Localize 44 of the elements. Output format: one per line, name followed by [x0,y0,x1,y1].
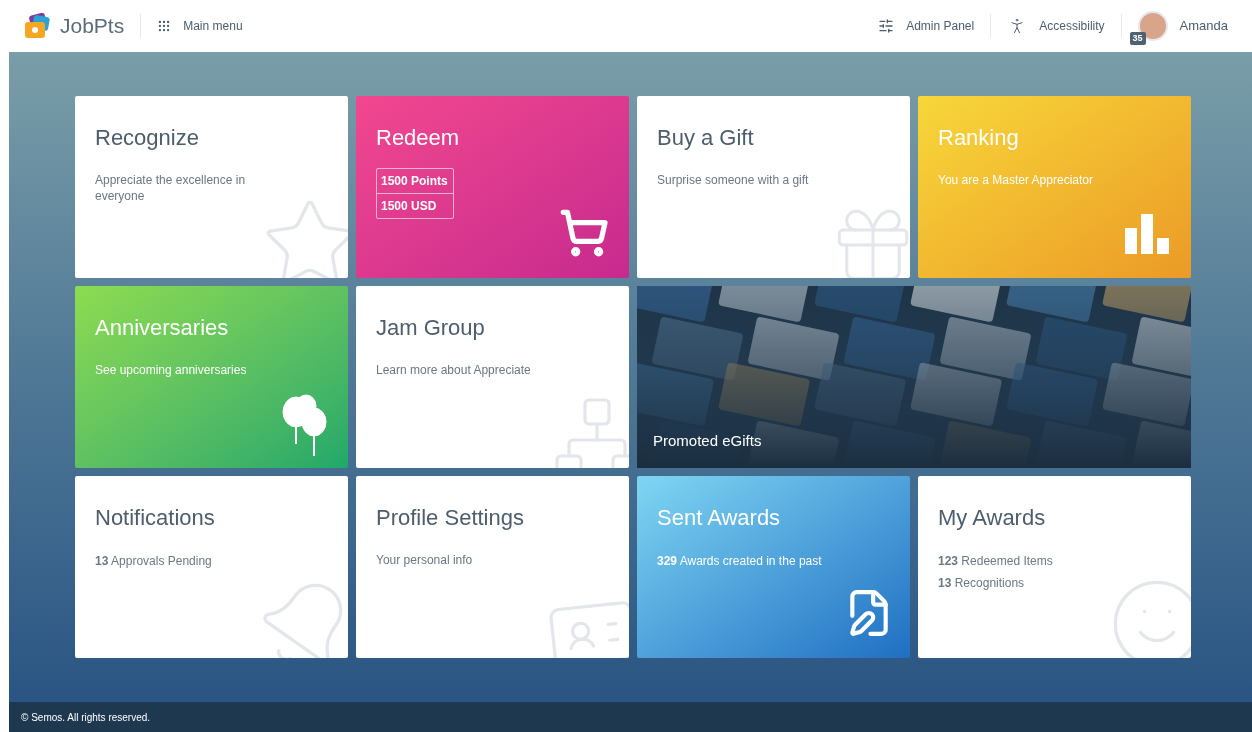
logo-icon [24,13,52,39]
tile-description: You are a Master Appreciator [938,172,1094,188]
dashboard-tile[interactable]: Profile Settings Your personal info [356,476,629,658]
admin-panel-button[interactable]: Admin Panel [878,17,975,35]
tile-title: Jam Group [376,314,486,342]
tile-description: Learn more about Appreciate [376,362,532,378]
tile-stat: 123 Redeemed Items [938,553,1054,570]
dashboard-tile[interactable]: Buy a Gift Surprise someone with a gift [637,96,910,278]
grid-menu-icon [157,19,172,33]
tile-title: Sent Awards [657,504,782,532]
balance-value: 1500 USD [377,193,453,218]
tile-title: My Awards [938,504,1047,532]
tile-stat: 329 Awards created in the past [657,553,823,570]
tile-description: See upcoming anniversaries [95,362,248,378]
tile-title: Ranking [938,124,1020,152]
bar-chart-icon [1125,214,1171,254]
tile-title: Profile Settings [376,504,525,532]
user-name[interactable]: Amanda [1179,16,1228,36]
notification-badge: 35 [1129,31,1146,45]
tile-title: Redeem [376,124,461,152]
sliders-icon [878,18,895,34]
accessibility-button[interactable]: Accessibility [1007,16,1105,36]
main-menu-button[interactable]: Main menu [157,17,243,35]
copyright-text: © Semos. All rights reserved. [21,710,151,725]
tile-description: Surprise someone with a gift [657,172,810,188]
balloons-icon [280,394,328,456]
tile-description: Your personal info [376,552,474,568]
dashboard-tile[interactable]: Notifications 13 Approvals Pending [75,476,348,658]
balance-value: 1500 Points [380,173,449,190]
cart-icon [559,208,609,258]
dashboard-tile[interactable]: Jam Group Learn more about Appreciate [356,286,629,468]
tile-description: Appreciate the excellence in everyone [95,172,247,204]
dashboard-tile[interactable]: My Awards 123 Redeemed Items 13 Recognitions [918,476,1191,658]
tile-stat: 13 Approvals Pending [95,553,213,570]
tile-title: Anniversaries [95,314,230,342]
promoted-egifts-card[interactable]: Promoted eGifts [637,286,1191,468]
dashboard-tile[interactable]: Recognize Appreciate the excellence in everyone [75,96,348,278]
tile-stat: 13 Recognitions [938,575,1026,592]
tile-title: Recognize [95,124,200,152]
tile-title: Notifications [95,504,216,532]
dashboard-tile[interactable]: Redeem 1500 Points 1500 USD [356,96,629,278]
app-logo-text: JobPts [60,13,125,40]
tile-title: Buy a Gift [657,124,755,152]
tile-title: Promoted eGifts [653,430,762,451]
